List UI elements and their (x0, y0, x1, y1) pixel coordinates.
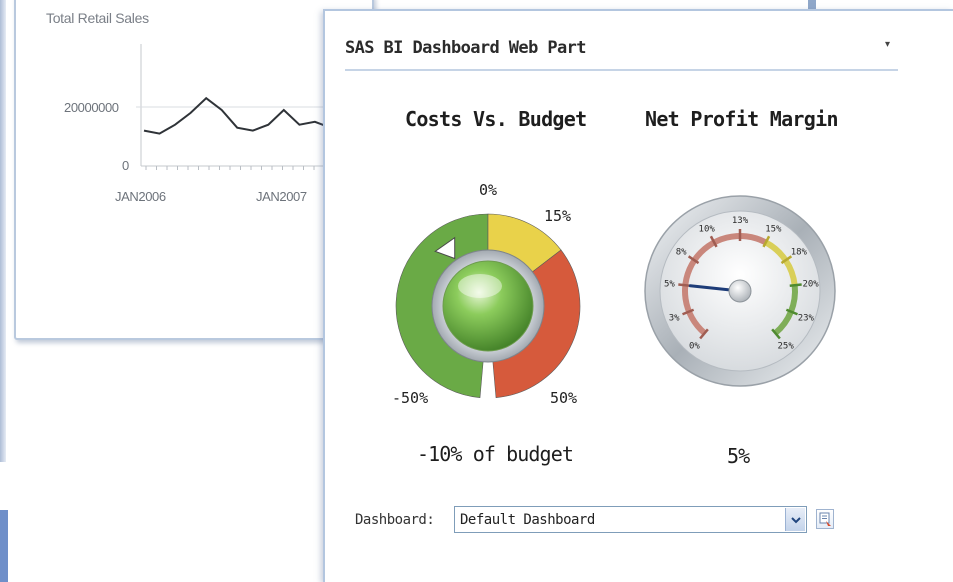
costs-gauge-knob (442, 260, 534, 352)
costs-label-min: -50% (392, 389, 428, 407)
x-tick-label-first: JAN2006 (115, 189, 166, 204)
sas-dashboard-webpart: SAS BI Dashboard Web Part ▾ Costs Vs. Bu… (323, 9, 953, 582)
profit-tick-label: 23% (798, 314, 815, 324)
costs-knob-highlight (458, 274, 502, 298)
retail-sales-chart: 20000000 0 JAN2006 JAN2007 (64, 44, 376, 204)
apply-dashboard-icon[interactable] (816, 509, 834, 529)
profit-tick-label: 20% (802, 280, 819, 290)
chevron-down-icon[interactable] (785, 508, 805, 531)
sales-series-line (143, 96, 347, 135)
profit-tick-label: 10% (699, 224, 716, 234)
profit-tick-label: 5% (664, 280, 675, 290)
dashboard-label: Dashboard: (355, 512, 435, 528)
left-nav-strip (0, 510, 8, 582)
dashboard-select[interactable]: Default Dashboard (454, 506, 807, 533)
retail-sales-panel: Total Retail Sales 20000000 0 JAN2006 JA… (14, 0, 376, 340)
costs-label-0: 0% (479, 181, 497, 199)
profit-tick-label: 3% (669, 314, 680, 324)
profit-tick-label: 25% (778, 341, 795, 351)
window-corner-marker (808, 0, 816, 9)
profit-gauge-cap (728, 279, 752, 303)
profit-gauge-caption: 5% (727, 444, 750, 468)
y-tick-label-bottom: 0 (122, 158, 129, 173)
profit-tick-label: 15% (765, 224, 782, 234)
profit-tick-mark (678, 283, 691, 288)
dashboard-select-value: Default Dashboard (460, 512, 595, 528)
costs-gauge-caption: -10% of budget (417, 442, 574, 466)
costs-vs-budget-gauge: 0% 15% -50% 50% (392, 181, 581, 407)
profit-tick-label: 8% (676, 247, 687, 257)
left-edge-strip (0, 0, 6, 462)
costs-label-max: 50% (550, 389, 577, 407)
profit-tick-label: 0% (689, 341, 700, 351)
net-profit-margin-gauge: 0% 3% 5% 8% 10% 13% 15% 18% 20% 23% 25% (644, 195, 836, 387)
profit-tick-label: 13% (732, 216, 749, 226)
costs-label-15: 15% (544, 207, 571, 225)
profit-tick-label: 18% (791, 247, 808, 257)
gauges-canvas: 0% 15% -50% 50% 0% 3% 5% 8% 10% 13% 15% 18% 20% 2… (392, 181, 836, 407)
x-tick-label-second: JAN2007 (256, 189, 307, 204)
y-tick-label-top: 20000000 (64, 100, 119, 115)
profit-tick-mark (789, 283, 802, 288)
